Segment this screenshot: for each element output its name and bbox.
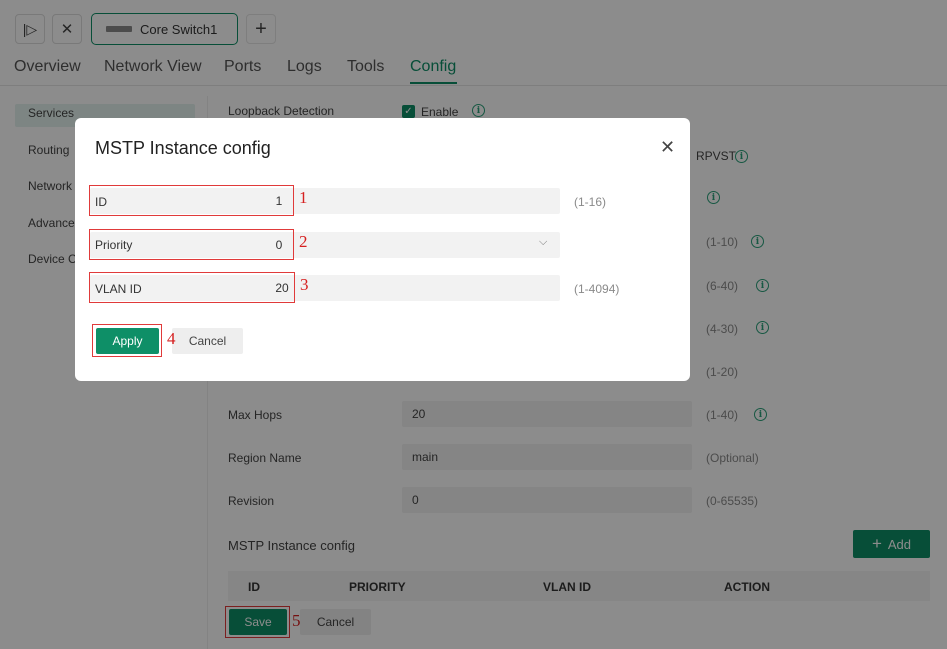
close-icon[interactable]: ✕ xyxy=(660,137,675,158)
annotation-number-2: 2 xyxy=(299,232,308,251)
id-range: (1-16) xyxy=(574,195,607,209)
annotation-box-2 xyxy=(89,229,294,260)
annotation-number-1: 1 xyxy=(299,188,308,207)
dialog-title: MSTP Instance config xyxy=(95,138,271,158)
annotation-box-1 xyxy=(89,185,294,216)
mstp-instance-dialog: MSTP Instance config ✕ ID 1 (1-16) Prior… xyxy=(75,118,690,381)
vlan-id-range: (1-4094) xyxy=(574,282,620,296)
cancel-button[interactable]: Cancel xyxy=(172,328,243,354)
annotation-box-3 xyxy=(89,272,295,303)
chevron-down-icon[interactable]: ⌵ xyxy=(539,236,547,249)
annotation-box-4 xyxy=(92,324,162,357)
annotation-number-3: 3 xyxy=(300,275,309,294)
annotation-number-4: 4 xyxy=(167,329,176,348)
